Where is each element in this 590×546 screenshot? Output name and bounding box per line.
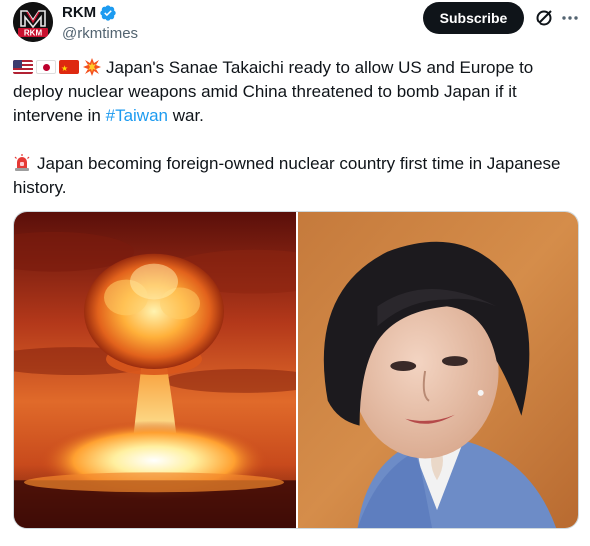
tweet-paragraph-2-text: Japan becoming foreign-owned nuclear cou… — [13, 154, 561, 197]
sanae-takaichi-photo[interactable] — [298, 212, 578, 528]
grok-icon[interactable] — [533, 7, 555, 29]
display-name-row: RKM — [62, 3, 138, 23]
verified-badge-icon[interactable] — [99, 4, 117, 22]
tweet-paragraph-2: Japan becoming foreign-owned nuclear cou… — [13, 152, 578, 200]
japan-flag-icon — [36, 60, 56, 74]
tweet-media[interactable] — [13, 211, 579, 529]
subscribe-button[interactable]: Subscribe — [423, 2, 524, 34]
collision-icon — [82, 57, 102, 77]
author-names: RKM @rkmtimes — [62, 3, 138, 44]
tweet-text: Japan's Sanae Takaichi ready to allow US… — [13, 56, 578, 200]
china-flag-icon — [59, 60, 79, 74]
tweet-paragraph-1: Japan's Sanae Takaichi ready to allow US… — [13, 56, 578, 128]
author-handle[interactable]: @rkmtimes — [62, 24, 138, 44]
avatar-logo: RKM — [13, 2, 53, 42]
nuclear-explosion-photo[interactable] — [14, 212, 296, 528]
hashtag-link[interactable]: #Taiwan — [106, 106, 168, 125]
police-siren-icon — [13, 154, 31, 172]
avatar[interactable]: RKM — [13, 2, 53, 42]
tweet-paragraph-1-suffix: war. — [168, 106, 204, 125]
us-flag-icon — [13, 60, 33, 74]
avatar-text: RKM — [24, 29, 43, 38]
display-name[interactable]: RKM — [62, 3, 96, 23]
tweet-header: RKM RKM @rkmtimes Subscribe — [13, 2, 583, 46]
more-options-icon[interactable] — [559, 7, 581, 29]
